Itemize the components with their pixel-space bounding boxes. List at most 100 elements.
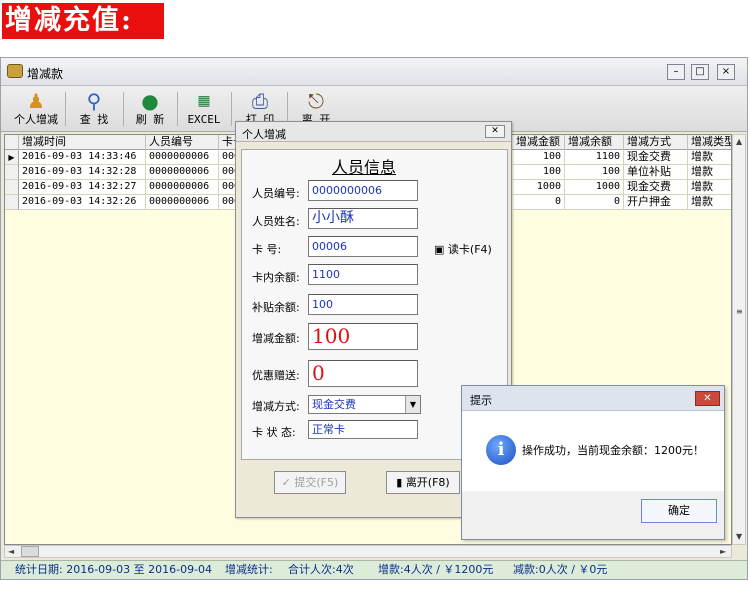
check-icon: ✓ <box>281 476 291 489</box>
leave-label: 离开(F8) <box>405 476 450 489</box>
cell-time: 2016-09-03 14:32:27 <box>19 180 146 195</box>
cell-amount: 1000 <box>513 180 565 195</box>
vertical-scrollbar[interactable]: ▲ ≡ ▼ <box>732 134 746 545</box>
card-balance-field[interactable]: 1100 <box>308 264 418 285</box>
maximize-button[interactable]: □ <box>691 64 709 80</box>
row-indicator: ▶ <box>5 150 19 165</box>
col-type[interactable]: 增减类型 <box>688 135 731 150</box>
status-increase: 增款:4人次 / ￥1200元 <box>378 563 494 576</box>
excel-button[interactable]: ▦ EXCEL <box>177 88 231 128</box>
card-no-label: 卡 号: <box>252 243 282 256</box>
status-decrease: 减款:0人次 / ￥0元 <box>513 563 608 576</box>
cell-method: 现金交费 <box>624 180 688 195</box>
col-method[interactable]: 增减方式 <box>624 135 688 150</box>
cell-person-id: 0000000006 <box>146 150 219 165</box>
status-total: 合计人次:4次 <box>288 563 354 576</box>
ok-button[interactable]: 确定 <box>641 499 717 523</box>
exit-door-icon: ⎋ <box>308 89 324 113</box>
search-button[interactable]: ⚲ 查 找 <box>67 88 121 128</box>
panel-heading: 人员信息 <box>332 158 397 177</box>
excel-icon: ▦ <box>197 93 211 109</box>
message-titlebar: 提示 ✕ <box>462 386 724 411</box>
message-title: 提示 <box>470 394 492 407</box>
page-banner: 增减充值: <box>2 3 164 39</box>
dialog-title: 个人增减 <box>242 128 286 141</box>
excel-label: EXCEL <box>187 113 221 126</box>
amount-label: 增减金额: <box>252 332 300 345</box>
message-text: 操作成功，当前现金余额：1200元！ <box>522 444 704 457</box>
col-balance[interactable]: 增减余额 <box>565 135 624 150</box>
app-icon <box>7 64 23 78</box>
person-name-label: 人员姓名: <box>252 215 300 228</box>
col-person-id[interactable]: 人员编号 <box>146 135 219 150</box>
cell-type: 增款 <box>688 180 731 195</box>
cell-method: 现金交费 <box>624 150 688 165</box>
cell-method: 单位补贴 <box>624 165 688 180</box>
cell-balance: 1100 <box>565 150 624 165</box>
cell-person-id: 0000000006 <box>146 165 219 180</box>
cell-balance: 1000 <box>565 180 624 195</box>
person-add-button[interactable]: ♟ 个人增减 <box>9 88 63 128</box>
message-box: 提示 ✕ i 操作成功，当前现金余额：1200元！ 确定 <box>461 385 725 540</box>
chevron-down-icon[interactable]: ▼ <box>405 396 420 413</box>
html-search-icon: ⚲ <box>86 89 102 113</box>
subsidy-balance-field[interactable]: 100 <box>308 294 418 315</box>
message-close-button[interactable]: ✕ <box>695 391 720 406</box>
status-stat-label: 增减统计: <box>225 563 273 576</box>
card-no-field[interactable]: 00006 <box>308 236 418 257</box>
window-titlebar: 增减款 – □ × <box>1 58 747 86</box>
cell-time: 2016-09-03 14:33:46 <box>19 150 146 165</box>
row-indicator <box>5 165 19 180</box>
printer-icon: ⎙ <box>252 89 268 113</box>
cell-person-id: 0000000006 <box>146 195 219 210</box>
bonus-label: 优惠赠送: <box>252 369 300 382</box>
card-reader-icon: ▣ <box>434 243 445 256</box>
method-label: 增减方式: <box>252 400 300 413</box>
cell-type: 增款 <box>688 165 731 180</box>
submit-label: 提交(F5) <box>294 476 339 489</box>
cell-balance: 100 <box>565 165 624 180</box>
info-icon: i <box>486 435 516 465</box>
exit-door-icon: ▮ <box>396 476 403 489</box>
bonus-field[interactable]: 0 <box>308 360 418 387</box>
cell-amount: 100 <box>513 165 565 180</box>
cell-balance: 0 <box>565 195 624 210</box>
leave-button[interactable]: ▮ 离开(F8) <box>386 471 460 494</box>
submit-button[interactable]: ✓ 提交(F5) <box>274 471 346 494</box>
person-name-field[interactable]: 小小酥 <box>308 208 418 229</box>
window-title: 增减款 <box>27 67 64 81</box>
col-amount[interactable]: 增减金额 <box>513 135 565 150</box>
method-select[interactable]: 现金交费 ▼ <box>308 395 421 414</box>
cell-type: 增款 <box>688 150 731 165</box>
message-body: i 操作成功，当前现金余额：1200元！ <box>462 411 724 491</box>
cell-method: 开户押金 <box>624 195 688 210</box>
person-id-label: 人员编号: <box>252 187 300 200</box>
cell-time: 2016-09-03 14:32:26 <box>19 195 146 210</box>
person-id-field[interactable]: 0000000006 <box>308 180 418 201</box>
cell-person-id: 0000000006 <box>146 180 219 195</box>
row-indicator <box>5 195 19 210</box>
read-card-label: 读卡(F4) <box>447 243 492 256</box>
amount-field[interactable]: 100 <box>308 323 418 350</box>
subsidy-balance-label: 补贴余额: <box>252 301 300 314</box>
cell-amount: 0 <box>513 195 565 210</box>
horizontal-scrollbar[interactable]: ◄ ► <box>4 545 732 558</box>
card-status-field[interactable]: 正常卡 <box>308 420 418 439</box>
search-label: 查 找 <box>79 113 109 126</box>
status-bar: 统计日期: 2016-09-03 至 2016-09-04 增减统计: 合计人次… <box>1 560 747 579</box>
minimize-button[interactable]: – <box>667 64 685 80</box>
cell-type: 增款 <box>688 195 731 210</box>
card-status-label: 卡 状 态: <box>252 426 296 439</box>
cell-time: 2016-09-03 14:32:28 <box>19 165 146 180</box>
read-card-button[interactable]: ▣ 读卡(F4) <box>434 241 492 257</box>
row-indicator <box>5 180 19 195</box>
person-add-icon: ♟ <box>27 89 45 113</box>
globe-refresh-icon: ● <box>141 89 159 113</box>
cell-amount: 100 <box>513 150 565 165</box>
refresh-button[interactable]: ● 刷 新 <box>123 88 177 128</box>
method-select-value: 现金交费 <box>312 398 356 411</box>
refresh-label: 刷 新 <box>135 113 165 126</box>
col-time[interactable]: 增减时间 <box>19 135 146 150</box>
dialog-close-button[interactable]: ✕ <box>485 125 505 138</box>
close-button[interactable]: × <box>717 64 735 80</box>
